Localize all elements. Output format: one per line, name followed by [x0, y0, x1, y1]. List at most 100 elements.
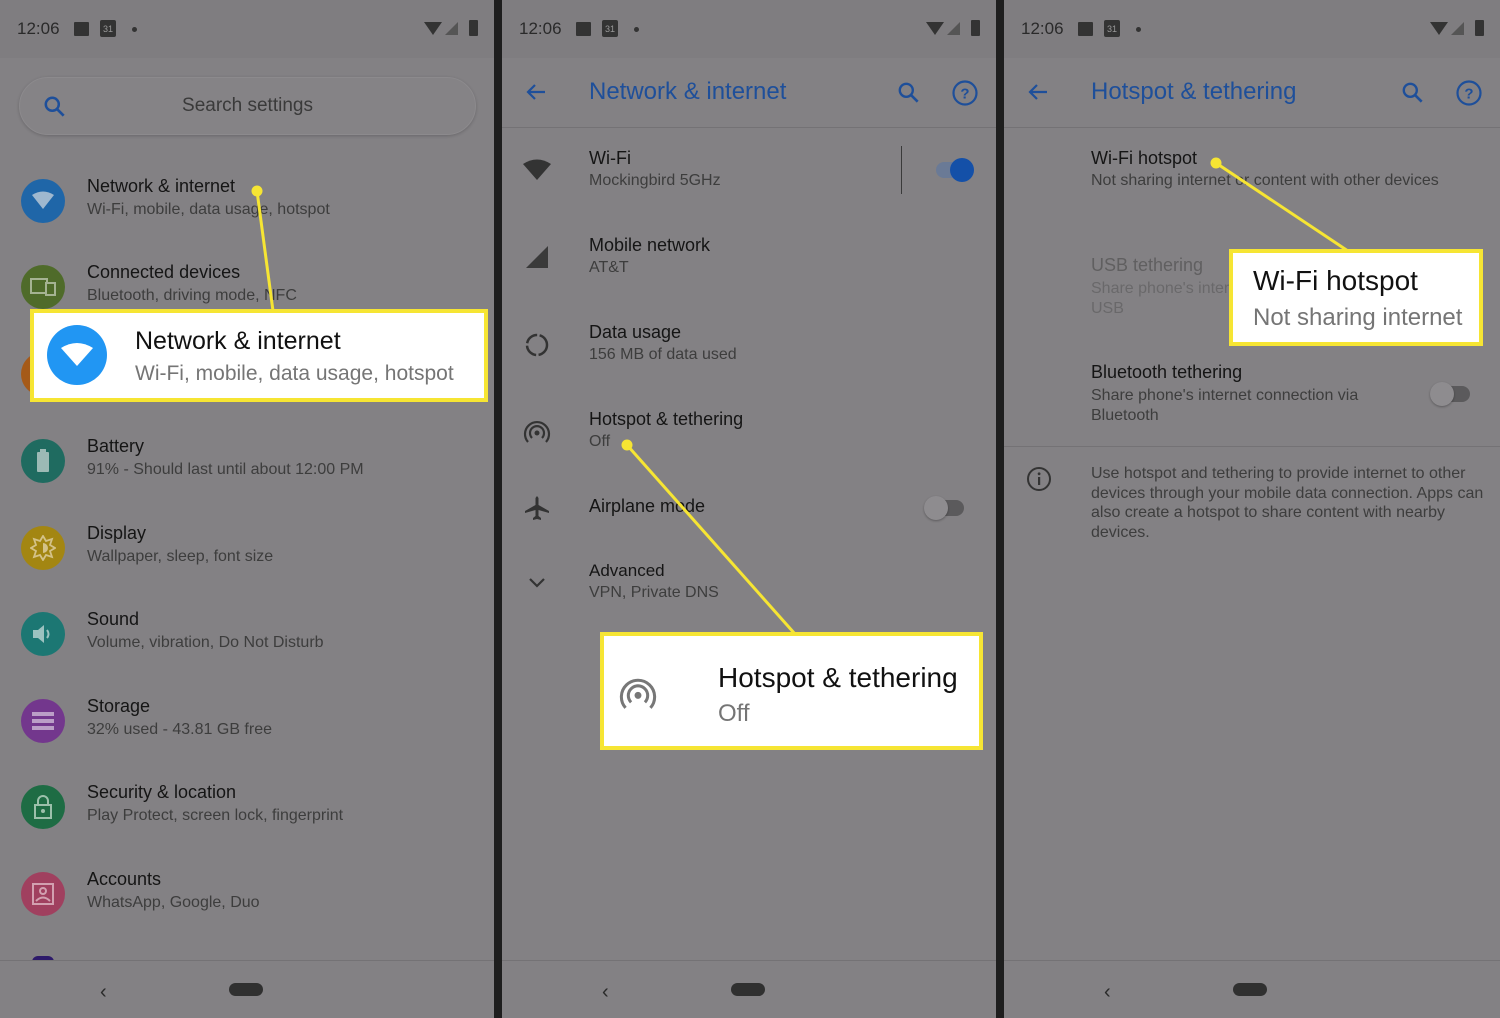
hotspot-tethering-panel: 12:06 31 Hotspot & tethering ? Wi-Fi hot… [1004, 0, 1500, 1018]
battery-status-icon [469, 20, 478, 36]
calendar-notification-icon: 31 [602, 20, 618, 37]
nav-back-button[interactable]: ‹ [100, 981, 107, 1004]
bluetooth-tethering-toggle[interactable] [1430, 382, 1470, 406]
search-icon[interactable] [1400, 80, 1426, 106]
account-icon [21, 872, 65, 916]
settings-item-accounts[interactable]: Accounts WhatsApp, Google, Duo [0, 869, 494, 955]
callout-subtitle: Not sharing internet [1253, 304, 1463, 331]
callout-subtitle: Off [718, 700, 750, 727]
item-title: Hotspot & tethering [589, 409, 744, 429]
advanced-item[interactable]: Advanced VPN, Private DNS [502, 561, 996, 621]
item-subtitle: AT&T [589, 259, 629, 276]
data-usage-item[interactable]: Data usage 156 MB of data used [502, 322, 996, 392]
item-title: Wi-Fi [589, 148, 631, 168]
cell-signal-icon [947, 22, 960, 35]
nav-home-button[interactable] [731, 983, 765, 996]
item-title: Data usage [589, 322, 682, 342]
item-title: Battery [87, 436, 145, 456]
volume-icon [21, 612, 65, 656]
battery-status-icon [971, 20, 980, 36]
bluetooth-tethering-item[interactable]: Bluetooth tethering Share phone's intern… [1004, 362, 1500, 437]
item-title: Network & internet [87, 176, 236, 196]
wifi-item[interactable]: Wi-Fi Mockingbird 5GHz [502, 146, 996, 218]
item-subtitle: 91% - Should last until about 12:00 PM [87, 461, 364, 478]
callout-network-internet: Network & internet Wi-Fi, mobile, data u… [30, 309, 488, 402]
nav-home-button[interactable] [229, 983, 263, 996]
status-bar: 12:06 31 [502, 0, 996, 58]
settings-item-sound[interactable]: Sound Volume, vibration, Do Not Disturb [0, 609, 494, 695]
item-subtitle: Off [589, 433, 611, 450]
network-internet-panel: 12:06 31 Network & internet ? Wi-Fi Mock… [502, 0, 996, 1018]
more-notifications-icon [1136, 27, 1141, 32]
app-bar: Hotspot & tethering ? [1004, 58, 1500, 128]
hotspot-icon [619, 678, 657, 709]
item-subtitle: 156 MB of data used [589, 346, 737, 363]
wifi-icon [522, 155, 552, 185]
airplane-mode-toggle[interactable] [924, 496, 964, 520]
item-subtitle: Wallpaper, sleep, font size [87, 548, 274, 565]
help-icon[interactable]: ? [951, 79, 979, 107]
mobile-network-item[interactable]: Mobile network AT&T [502, 235, 996, 305]
image-notification-icon [74, 22, 89, 36]
search-icon[interactable] [896, 80, 922, 106]
search-placeholder: Search settings [182, 95, 313, 116]
back-arrow-icon[interactable] [1026, 80, 1050, 104]
airplane-mode-item[interactable]: Airplane mode [502, 496, 996, 546]
nav-back-button[interactable]: ‹ [1104, 981, 1111, 1004]
divider [901, 146, 902, 194]
item-title: Security & location [87, 782, 237, 802]
battery-status-icon [1475, 20, 1484, 36]
item-title: Accounts [87, 869, 162, 889]
image-notification-icon [1078, 22, 1093, 36]
wifi-icon [21, 179, 65, 223]
item-title: Airplane mode [589, 496, 706, 516]
wifi-hotspot-item[interactable]: Wi-Fi hotspot Not sharing internet or co… [1004, 148, 1500, 208]
item-subtitle: 32% used - 43.81 GB free [87, 721, 272, 738]
wifi-toggle[interactable] [936, 158, 974, 182]
calendar-notification-icon: 31 [100, 20, 116, 37]
hotspot-tethering-item[interactable]: Hotspot & tethering Off [502, 409, 996, 479]
navigation-bar: ‹ [0, 960, 494, 1018]
brightness-icon [21, 526, 65, 570]
help-icon[interactable]: ? [1455, 79, 1483, 107]
chevron-down-icon [522, 568, 552, 598]
item-subtitle: Bluetooth, driving mode, NFC [87, 287, 297, 304]
item-subtitle: Wi-Fi, mobile, data usage, hotspot [87, 201, 330, 218]
item-title: Wi-Fi hotspot [1091, 148, 1198, 168]
callout-hotspot-tethering: Hotspot & tethering Off [600, 632, 983, 750]
wifi-icon [47, 325, 107, 385]
app-bar: Network & internet ? [502, 58, 996, 128]
wifi-signal-icon [1430, 22, 1448, 35]
calendar-notification-icon: 31 [1104, 20, 1120, 37]
svg-text:?: ? [960, 86, 969, 103]
item-subtitle: VPN, Private DNS [589, 584, 719, 601]
settings-item-battery[interactable]: Battery 91% - Should last until about 12… [0, 436, 494, 522]
item-title: Mobile network [589, 235, 711, 255]
image-notification-icon [576, 22, 591, 36]
devices-icon [21, 265, 65, 309]
nav-home-button[interactable] [1233, 983, 1267, 996]
cell-signal-icon [445, 22, 458, 35]
info-description: Use hotspot and tethering to provide int… [1091, 465, 1484, 541]
item-subtitle: Mockingbird 5GHz [589, 172, 721, 189]
item-title: Advanced [589, 561, 665, 580]
settings-item-storage[interactable]: Storage 32% used - 43.81 GB free [0, 696, 494, 782]
search-settings-bar[interactable]: Search settings [19, 77, 476, 135]
navigation-bar: ‹ [502, 960, 996, 1018]
page-title: Network & internet [589, 78, 787, 105]
status-bar: 12:06 31 [0, 0, 494, 58]
settings-item-security[interactable]: Security & location Play Protect, screen… [0, 782, 494, 868]
nav-back-button[interactable]: ‹ [602, 981, 609, 1004]
battery-icon [21, 439, 65, 483]
settings-item-network[interactable]: Network & internet Wi-Fi, mobile, data u… [0, 176, 494, 262]
item-title: USB tethering [1091, 255, 1204, 275]
back-arrow-icon[interactable] [524, 80, 548, 104]
settings-item-display[interactable]: Display Wallpaper, sleep, font size [0, 523, 494, 609]
cell-signal-icon [1451, 22, 1464, 35]
more-notifications-icon [634, 27, 639, 32]
status-time: 12:06 [1021, 19, 1064, 38]
item-subtitle: Play Protect, screen lock, fingerprint [87, 807, 344, 824]
item-subtitle: Not sharing internet or content with oth… [1091, 172, 1439, 189]
item-subtitle: Volume, vibration, Do Not Disturb [87, 634, 324, 651]
data-usage-icon [522, 330, 552, 360]
